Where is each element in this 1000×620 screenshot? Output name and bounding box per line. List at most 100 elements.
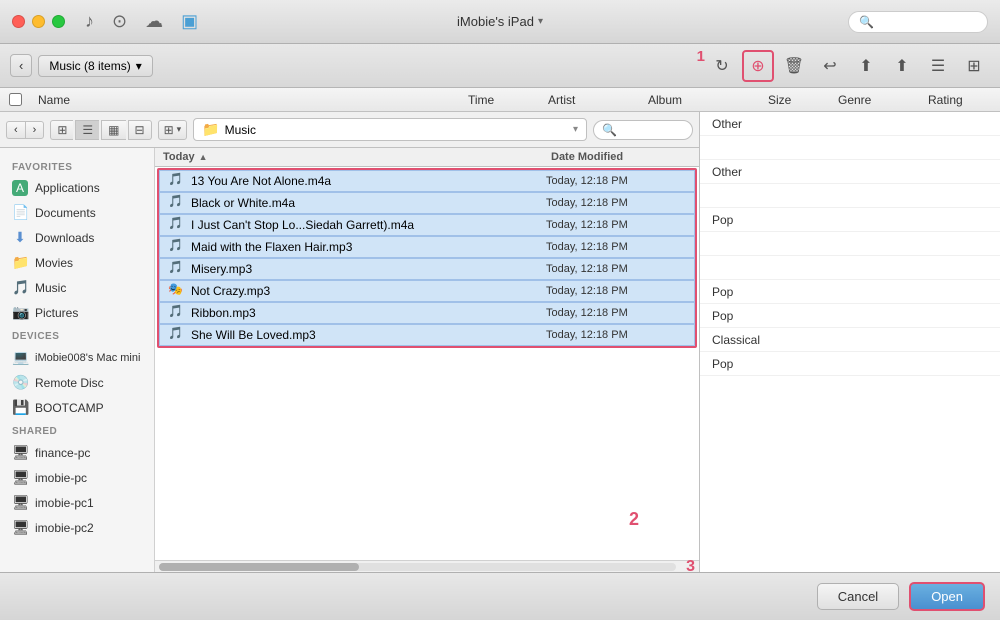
toolbar: ‹ Music (8 items) ▾ ↻ ⊕ 🗑 ↩ ⬆ ⬆ ☰ ⊞ 1: [0, 44, 1000, 88]
main-content: ‹ › ⊞ ☰ ▦ ⊟ ⊞ ▾ 📁 Music ▾ 🔍: [0, 112, 1000, 572]
share-button[interactable]: ⬆: [886, 50, 918, 82]
pictures-icon: 📷: [12, 304, 28, 321]
bottom-bar: Cancel Open: [0, 572, 1000, 620]
date-modified-header[interactable]: Date Modified: [551, 151, 691, 163]
genre-row: [700, 232, 1000, 256]
favorites-section: FAVORITES A Applications 📄 Documents ⬇ D…: [0, 156, 154, 325]
file-item[interactable]: 🎵 I Just Can't Stop Lo...Siedah Garrett)…: [159, 214, 695, 236]
file-browser-toolbar: ‹ › ⊞ ☰ ▦ ⊟ ⊞ ▾ 📁 Music ▾ 🔍: [0, 112, 699, 148]
fb-column-view[interactable]: ▦: [101, 120, 125, 140]
sidebar-item-imobie-pc1[interactable]: 🖥 imobie-pc1: [0, 490, 154, 515]
sidebar-item-bootcamp[interactable]: 💾 BOOTCAMP: [0, 395, 154, 420]
maximize-button[interactable]: [52, 15, 65, 28]
add-button[interactable]: ⊕: [742, 50, 774, 82]
file-item[interactable]: 🎵 13 You Are Not Alone.m4a Today, 12:18 …: [159, 170, 695, 192]
genre-row: [700, 136, 1000, 160]
selected-files-group: 🎵 13 You Are Not Alone.m4a Today, 12:18 …: [157, 168, 697, 348]
window-title: iMobie's iPad ▾: [457, 14, 543, 29]
fb-back-button[interactable]: ‹: [6, 121, 25, 139]
file-item[interactable]: 🎵 Black or White.m4a Today, 12:18 PM: [159, 192, 695, 214]
sidebar-item-imobie-pc2[interactable]: 🖥 imobie-pc2: [0, 515, 154, 540]
imobie-pc-icon: 🖥: [12, 469, 28, 486]
sidebar-item-music[interactable]: 🎵 Music: [0, 275, 154, 300]
artist-column-header[interactable]: Artist: [540, 93, 640, 107]
genre-row: Classical: [700, 328, 1000, 352]
album-column-header[interactable]: Album: [640, 93, 760, 107]
genre-row: Pop: [700, 304, 1000, 328]
sidebar-item-finance-pc[interactable]: 🖥 finance-pc: [0, 440, 154, 465]
grid-view-button[interactable]: ⊞: [958, 50, 990, 82]
name-column-header[interactable]: Name: [30, 93, 460, 107]
genre-row: Other: [700, 160, 1000, 184]
close-button[interactable]: [12, 15, 25, 28]
file-item[interactable]: 🎭 Not Crazy.mp3 Today, 12:18 PM: [159, 280, 695, 302]
fb-forward-button[interactable]: ›: [25, 121, 45, 139]
fb-cover-view[interactable]: ⊟: [128, 120, 152, 140]
sidebar: FAVORITES A Applications 📄 Documents ⬇ D…: [0, 148, 155, 572]
sidebar-item-applications[interactable]: A Applications: [0, 176, 154, 200]
check-column: [0, 93, 30, 106]
badge-1: 1: [697, 48, 705, 65]
applications-icon: A: [12, 180, 28, 196]
fb-icon-view[interactable]: ⊞: [50, 120, 73, 140]
file-item[interactable]: 🎵 Maid with the Flaxen Hair.mp3 Today, 1…: [159, 236, 695, 258]
sidebar-item-movies[interactable]: 📁 Movies: [0, 250, 154, 275]
horizontal-scrollbar[interactable]: 3: [155, 560, 699, 572]
music-icon: 🎵: [12, 279, 28, 296]
search-box[interactable]: 🔍: [848, 11, 988, 33]
toolbar-icons: ↻ ⊕ 🗑 ↩ ⬆ ⬆ ☰ ⊞: [706, 50, 990, 82]
genre-row: Pop: [700, 208, 1000, 232]
file-icon-4: 🎵: [168, 238, 186, 256]
refresh-button[interactable]: ↻: [706, 50, 738, 82]
location-dropdown[interactable]: ▾: [573, 124, 578, 135]
sidebar-item-imobie-pc[interactable]: 🖥 imobie-pc: [0, 465, 154, 490]
file-icon-7: 🎵: [168, 304, 186, 322]
fb-list-view[interactable]: ☰: [75, 120, 99, 140]
sidebar-item-downloads[interactable]: ⬇ Downloads: [0, 225, 154, 250]
open-button[interactable]: Open: [909, 582, 985, 611]
time-column-header[interactable]: Time: [460, 93, 540, 107]
genre-column-header[interactable]: Genre: [830, 93, 920, 107]
list-view-button[interactable]: ☰: [922, 50, 954, 82]
shared-section: SHARED 🖥 finance-pc 🖥 imobie-pc 🖥 imobie…: [0, 420, 154, 540]
genre-row: Pop: [700, 280, 1000, 304]
favorites-header: FAVORITES: [0, 156, 154, 176]
cancel-button[interactable]: Cancel: [817, 583, 899, 610]
size-column-header[interactable]: Size: [760, 93, 830, 107]
fb-sort-select[interactable]: ⊞ ▾: [158, 120, 188, 140]
rating-column-header[interactable]: Rating: [920, 93, 1000, 107]
fb-location-bar[interactable]: 📁 Music ▾: [193, 118, 587, 141]
file-icon-5: 🎵: [168, 260, 186, 278]
today-column-header[interactable]: Today ▲: [163, 151, 551, 163]
back-button[interactable]: ‹: [10, 54, 32, 77]
genre-row: Other: [700, 112, 1000, 136]
file-item[interactable]: 🎵 Ribbon.mp3 Today, 12:18 PM: [159, 302, 695, 324]
sidebar-item-pictures[interactable]: 📷 Pictures: [0, 300, 154, 325]
search-icon: 🔍: [859, 15, 874, 29]
imobie-pc2-icon: 🖥: [12, 519, 28, 536]
export-button[interactable]: ⬆: [850, 50, 882, 82]
scrollbar-thumb[interactable]: [159, 563, 359, 571]
select-all-checkbox[interactable]: [9, 93, 22, 106]
file-item[interactable]: 🎵 Misery.mp3 Today, 12:18 PM: [159, 258, 695, 280]
file-icon-3: 🎵: [168, 216, 186, 234]
sidebar-item-documents[interactable]: 📄 Documents: [0, 200, 154, 225]
file-item[interactable]: 🎵 She Will Be Loved.mp3 Today, 12:18 PM: [159, 324, 695, 346]
delete-button[interactable]: 🗑: [778, 50, 810, 82]
breadcrumb[interactable]: Music (8 items) ▾: [38, 55, 152, 77]
music-note-icon: ♪: [85, 11, 94, 32]
traffic-lights: [12, 15, 65, 28]
device-icon: ▣: [181, 11, 198, 32]
fb-search-box[interactable]: 🔍: [593, 120, 693, 140]
shared-header: SHARED: [0, 420, 154, 440]
file-list-header: Today ▲ Date Modified: [155, 148, 699, 167]
cloud-icon: ☁: [145, 11, 163, 32]
restore-button[interactable]: ↩: [814, 50, 846, 82]
title-bar: ♪ ⊙ ☁ ▣ iMobie's iPad ▾ 🔍: [0, 0, 1000, 44]
devices-header: DEVICES: [0, 325, 154, 345]
title-dropdown-arrow[interactable]: ▾: [538, 16, 543, 27]
column-headers: Name Time Artist Album Size Genre Rating: [0, 88, 1000, 112]
minimize-button[interactable]: [32, 15, 45, 28]
sidebar-item-remote-disc[interactable]: 💿 Remote Disc: [0, 370, 154, 395]
sidebar-item-mac[interactable]: 💻 iMobie008's Mac mini: [0, 345, 154, 370]
